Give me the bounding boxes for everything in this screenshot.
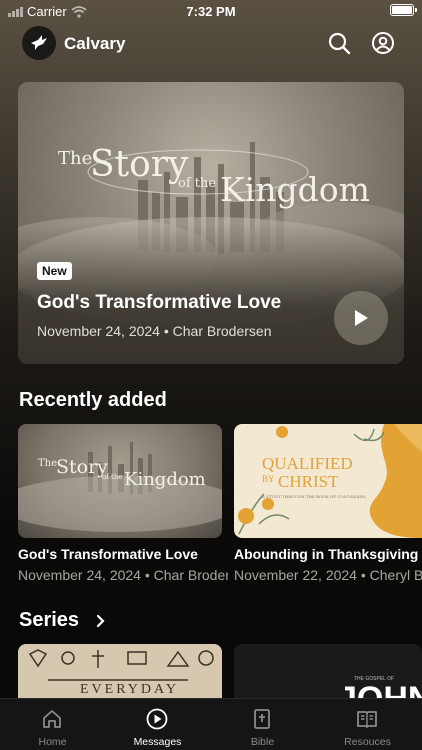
- series-card[interactable]: EVERYDAY: [18, 644, 222, 704]
- recent-card-artwork: The Story of the Kingdom: [18, 424, 222, 538]
- artwork-text-qualified: QUALIFIED: [262, 454, 353, 473]
- featured-speaker: Char Brodersen: [172, 323, 272, 339]
- tab-bar: Home Messages Bible Resouces: [0, 698, 422, 750]
- dove-icon: [31, 35, 47, 50]
- battery-icon: [390, 4, 417, 16]
- series-heading[interactable]: Series: [19, 609, 79, 632]
- play-button[interactable]: [334, 291, 388, 345]
- featured-title: God's Transformative Love: [37, 292, 282, 313]
- tab-resources[interactable]: Resouces: [315, 699, 420, 750]
- tab-messages[interactable]: Messages: [105, 699, 210, 750]
- app-header: Calvary: [0, 26, 422, 62]
- tab-home[interactable]: Home: [0, 699, 105, 750]
- artwork-text-kingdom: Kingdom: [124, 469, 206, 490]
- artwork-text-of-the: of the: [178, 176, 217, 191]
- tab-label: Resouces: [344, 736, 391, 748]
- tab-label: Home: [38, 736, 67, 748]
- artwork-text-story: Story: [90, 144, 189, 185]
- artwork-text-of-the: of the: [102, 473, 123, 481]
- bible-icon: [254, 709, 270, 729]
- artwork-text-story: Story: [56, 456, 108, 478]
- app-title: Calvary: [64, 34, 126, 53]
- featured-message-card[interactable]: The Story of the Kingdom New God's Trans…: [18, 82, 404, 364]
- book-open-icon: [357, 711, 377, 728]
- featured-date: November 24, 2024: [37, 323, 160, 339]
- new-badge: New: [37, 262, 72, 280]
- recent-card-meta: November 24, 2024 • Char Brodersen: [18, 567, 228, 583]
- series-artwork-text: EVERYDAY: [80, 682, 179, 697]
- play-icon: [355, 310, 368, 326]
- profile-icon: [372, 32, 394, 54]
- chevron-right-icon[interactable]: [96, 614, 106, 628]
- tab-label: Bible: [250, 736, 275, 748]
- meta-separator: •: [163, 323, 173, 339]
- search-icon: [328, 32, 351, 55]
- play-circle-icon: [146, 708, 168, 730]
- tab-bible[interactable]: Bible: [210, 699, 315, 750]
- search-button[interactable]: [327, 31, 351, 55]
- recent-card-meta: November 22, 2024 • Cheryl Brodersen: [234, 567, 422, 583]
- artwork-text-by: BY: [262, 474, 275, 484]
- recent-card-title: Abounding in Thanksgiving: [234, 546, 419, 562]
- profile-button[interactable]: [371, 31, 395, 55]
- app-logo[interactable]: [22, 26, 56, 60]
- artwork-text-christ: CHRIST: [278, 472, 339, 491]
- status-time: 7:32 PM: [186, 4, 236, 19]
- recently-added-heading: Recently added: [19, 389, 167, 411]
- home-icon: [43, 710, 61, 728]
- artwork-text-kingdom: Kingdom: [220, 170, 370, 209]
- artwork-text-the: The: [38, 458, 58, 469]
- tab-label: Messages: [133, 736, 182, 748]
- series-card[interactable]: THE GOSPEL OF JOHN: [234, 644, 422, 704]
- artwork-text-the: The: [58, 148, 93, 169]
- recent-card-artwork: QUALIFIED BY CHRIST A STUDY THROUGH THE …: [234, 424, 422, 538]
- artwork-small-caption: A STUDY THROUGH THE BOOK OF COLOSSIANS: [262, 494, 366, 499]
- status-bar: Carrier 7:32 PM: [0, 0, 422, 22]
- featured-meta: November 24, 2024 • Char Brodersen: [37, 323, 271, 339]
- recent-card-title: God's Transformative Love: [18, 546, 198, 562]
